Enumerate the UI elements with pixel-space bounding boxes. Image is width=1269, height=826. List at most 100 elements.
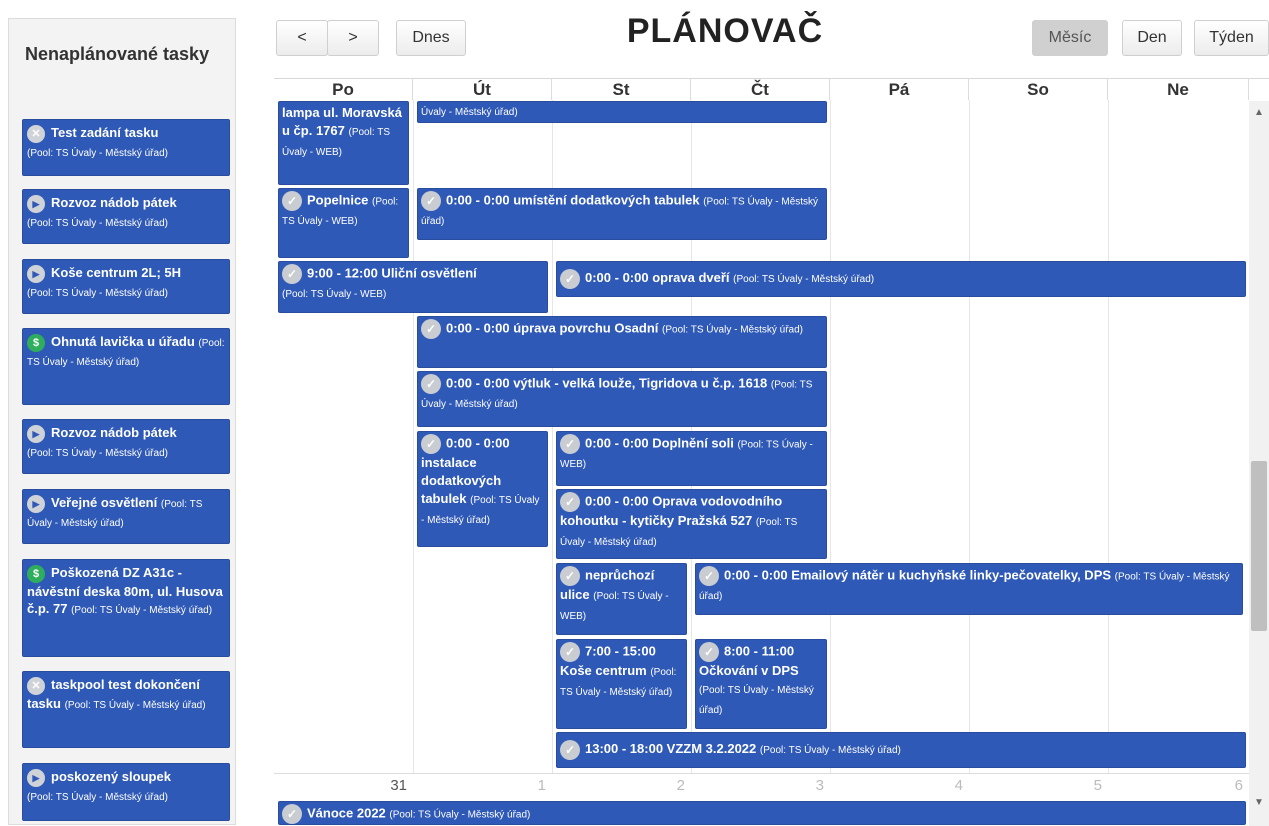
event-title: 0:00 - 0:00 oprava dveří	[585, 270, 730, 285]
week-view-button[interactable]: Týden	[1194, 20, 1269, 56]
event-title: Vánoce 2022	[307, 805, 386, 821]
task-title: Rozvoz nádob pátek	[51, 195, 177, 210]
calendar-event[interactable]: ✓ 0:00 - 0:00 úprava povrchu Osadní (Pool…	[417, 316, 827, 368]
event-title: 0:00 - 0:00 Emailový nátěr u kuchyňské l…	[724, 567, 1112, 583]
unscheduled-task[interactable]: $ Poškozená DZ A31c - návěstní deska 80m,…	[22, 559, 230, 657]
calendar-event[interactable]: ✓ 9:00 - 12:00 Uliční osvětlení (Pool: TS…	[278, 261, 548, 313]
task-pool: (Pool: TS Úvaly - Městský úřad)	[64, 699, 206, 711]
task-title: Ohnutá lavička u úřadu	[51, 334, 195, 349]
calendar-event[interactable]: ✓ neprůchozí ulice (Pool: TS Úvaly - WEB)	[556, 563, 687, 635]
calendar-event[interactable]: ✓ Vánoce 2022 (Pool: TS Úvaly - Městský ú…	[278, 801, 1246, 825]
unscheduled-task[interactable]: ▶ poskozený sloupek (Pool: TS Úvaly - Měs…	[22, 763, 230, 821]
task-title: Rozvoz nádob pátek	[51, 425, 177, 440]
date-number: 4	[954, 777, 963, 794]
scroll-up-icon[interactable]: ▲	[1249, 107, 1269, 118]
day-header-ne: Ne	[1108, 79, 1249, 100]
calendar-event[interactable]: ✓ 0:00 - 0:00 Emailový nátěr u kuchyňské …	[695, 563, 1243, 615]
check-icon: ✓	[560, 739, 580, 760]
event-pool: (Pool: TS Úvaly - Městský úřad)	[759, 745, 901, 756]
day-view-button[interactable]: Den	[1122, 20, 1182, 56]
calendar-event[interactable]: lampa ul. Moravská u čp. 1767 (Pool: TS …	[278, 101, 409, 185]
calendar-event[interactable]: Úvaly - Městský úřad)	[417, 101, 827, 123]
check-icon: ✓	[699, 566, 719, 586]
check-icon: ✓	[560, 434, 580, 454]
event-pool: (Pool: TS Úvaly - Městský úřad)	[699, 685, 814, 716]
next-button[interactable]: >	[327, 20, 379, 56]
unscheduled-task[interactable]: $ Ohnutá lavička u úřadu (Pool: TS Úvaly …	[22, 328, 230, 405]
month-view-button[interactable]: Měsíc	[1032, 20, 1108, 56]
date-number: 1	[537, 777, 546, 794]
event-pool: (Pool: TS Úvaly - Městský úřad)	[662, 324, 803, 336]
calendar-event[interactable]: ✓ 0:00 - 0:00 Doplnění soli (Pool: TS Úva…	[556, 431, 827, 486]
calendar-event[interactable]: ✓ 0:00 - 0:00 Oprava vodovodního kohoutku…	[556, 489, 827, 559]
date-number: 5	[1093, 777, 1102, 794]
task-pool: (Pool: TS Úvaly - Městský úřad)	[27, 147, 168, 159]
check-icon: ✓	[282, 804, 302, 824]
play-icon: ▶	[27, 424, 45, 443]
check-icon: ✓	[560, 642, 580, 662]
column-divider	[413, 100, 414, 773]
event-title: 9:00 - 12:00 Uliční osvětlení	[307, 265, 477, 281]
task-title: Test zadání tasku	[51, 125, 159, 140]
unscheduled-task[interactable]: ▶ Koše centrum 2L; 5H (Pool: TS Úvaly - M…	[22, 259, 230, 314]
sidebar-title: Nenaplánované tasky	[25, 44, 210, 64]
calendar-scrollbar[interactable]: ▲ ▼	[1249, 101, 1269, 826]
dollar-icon: $	[27, 333, 45, 352]
event-pool: (Pool: TS Úvaly - Městský úřad)	[389, 809, 531, 821]
column-divider	[1108, 100, 1109, 773]
unscheduled-task[interactable]: ▶ Veřejné osvětlení (Pool: TS Úvaly - Měs…	[22, 489, 230, 544]
unscheduled-tasks-panel: Nenaplánované tasky ✕ Test zadání tasku (…	[8, 18, 236, 825]
task-pool: (Pool: TS Úvaly - Městský úřad)	[27, 287, 168, 299]
event-pool: (Pool: TS Úvaly - Městský úřad)	[733, 274, 875, 285]
calendar-event[interactable]: ✓ 0:00 - 0:00 instalace dodatkových tabul…	[417, 431, 548, 547]
day-header-st: St	[552, 79, 691, 100]
calendar-event[interactable]: ✓ 0:00 - 0:00 oprava dveří (Pool: TS Úval…	[556, 261, 1246, 297]
day-header-so: So	[969, 79, 1108, 100]
unscheduled-task[interactable]: ✕ taskpool test dokončení tasku (Pool: TS…	[22, 671, 230, 748]
task-title: Veřejné osvětlení	[51, 495, 158, 510]
event-title: 0:00 - 0:00 Doplnění soli	[585, 435, 734, 451]
check-icon: ✓	[421, 319, 441, 339]
check-icon: ✓	[560, 492, 580, 512]
check-icon: ✓	[421, 374, 441, 394]
event-title: Popelnice	[307, 192, 369, 208]
scrollbar-thumb[interactable]	[1251, 461, 1267, 631]
unscheduled-task[interactable]: ▶ Rozvoz nádob pátek (Pool: TS Úvaly - Mě…	[22, 189, 230, 244]
check-icon: ✓	[282, 191, 302, 211]
play-icon: ▶	[27, 494, 45, 513]
event-title: 0:00 - 0:00 Oprava vodovodního kohoutku …	[560, 493, 783, 528]
day-header-ut: Út	[413, 79, 552, 100]
cancel-icon: ✕	[27, 676, 45, 695]
today-button[interactable]: Dnes	[396, 20, 466, 56]
page-title: PLÁNOVAČ	[626, 12, 824, 50]
check-icon: ✓	[560, 566, 580, 586]
event-title: 0:00 - 0:00 výtluk - velká louže, Tigrid…	[446, 375, 768, 391]
date-number: 31	[390, 777, 407, 794]
calendar-event[interactable]: ✓ 13:00 - 18:00 VZZM 3.2.2022 (Pool: TS Ú…	[556, 732, 1246, 768]
dollar-icon: $	[27, 564, 45, 583]
unscheduled-task[interactable]: ✕ Test zadání tasku (Pool: TS Úvaly - Měs…	[22, 119, 230, 176]
task-pool: (Pool: TS Úvaly - Městský úřad)	[27, 217, 168, 229]
check-icon: ✓	[699, 642, 719, 662]
date-number: 3	[815, 777, 824, 794]
calendar-event[interactable]: ✓ 8:00 - 11:00 Očkování v DPS (Pool: TS Ú…	[695, 639, 827, 729]
calendar-grid: Po Út St Čt Pá So Ne lampa ul. Moravská …	[274, 78, 1269, 826]
task-pool: (Pool: TS Úvaly - Městský úřad)	[71, 604, 213, 616]
prev-button[interactable]: <	[276, 20, 328, 56]
date-number: 2	[676, 777, 685, 794]
calendar-event[interactable]: ✓ 0:00 - 0:00 umístění dodatkových tabule…	[417, 188, 827, 240]
calendar-event[interactable]: ✓ 0:00 - 0:00 výtluk - velká louže, Tigri…	[417, 371, 827, 427]
task-pool: (Pool: TS Úvaly - Městský úřad)	[27, 791, 168, 803]
play-icon: ▶	[27, 768, 45, 787]
unscheduled-task[interactable]: ▶ Rozvoz nádob pátek (Pool: TS Úvaly - Mě…	[22, 419, 230, 474]
column-divider	[830, 100, 831, 773]
day-header-ct: Čt	[691, 79, 830, 100]
check-icon: ✓	[421, 434, 441, 454]
calendar-event[interactable]: ✓ 7:00 - 15:00 Koše centrum (Pool: TS Úva…	[556, 639, 687, 729]
event-title: 13:00 - 18:00 VZZM 3.2.2022	[585, 741, 757, 756]
event-title: 0:00 - 0:00 úprava povrchu Osadní	[446, 320, 659, 336]
play-icon: ▶	[27, 194, 45, 213]
cancel-icon: ✕	[27, 124, 45, 143]
calendar-event[interactable]: ✓ Popelnice (Pool: TS Úvaly - WEB)	[278, 188, 409, 258]
scroll-down-icon[interactable]: ▼	[1249, 797, 1269, 808]
